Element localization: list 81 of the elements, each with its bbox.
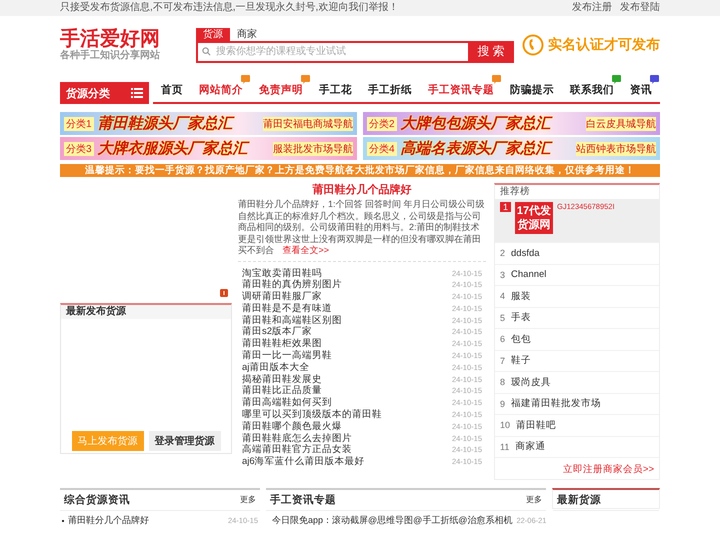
menu-icon — [131, 88, 143, 98]
ranking-item[interactable]: 2 ddsfda — [495, 243, 659, 264]
banner-title: 大牌包包源头厂家总汇 — [400, 114, 551, 133]
category-menu-button[interactable]: 货源分类 — [60, 82, 149, 104]
nav-link[interactable]: 首页 — [161, 84, 183, 96]
ranking-item[interactable]: 10 莆田鞋吧 — [495, 415, 659, 436]
ranking-item[interactable]: 11 商家通 — [495, 436, 659, 458]
nav-link[interactable]: 资讯 — [630, 84, 652, 96]
panel-title: 推荐榜 — [499, 185, 531, 199]
ranking-item[interactable]: 7 鞋子 — [495, 350, 659, 372]
news-link[interactable]: 莆田鞋鞋底怎么去掉图片 — [242, 432, 352, 444]
banner-title: 高端名表源头厂家总汇 — [400, 139, 551, 158]
nav-link[interactable]: 防骗提示 — [510, 84, 554, 96]
search-button[interactable]: 搜 索 — [468, 40, 514, 62]
slogan-text: 实名认证才可发布 — [548, 36, 660, 54]
phone-icon — [522, 34, 544, 56]
news-link[interactable]: 莆田鞋的真伪辨别图片 — [242, 279, 342, 292]
nav-link[interactable]: 联系我们 — [570, 84, 614, 96]
news-link[interactable]: 莆田s2版本厂家 — [242, 326, 312, 338]
news-link[interactable]: aj6海军蓝什么莆田版本最好 — [242, 456, 365, 468]
banner-subtitle: 站西钟表市场导航 — [576, 142, 656, 156]
banner-tag: 分类2 — [367, 116, 397, 130]
news-link[interactable]: 莆田鞋分几个品牌好 — [68, 514, 149, 527]
panel-title: 手工资讯专题 — [270, 493, 336, 508]
ranking-item[interactable]: 8 瑷尚皮具 — [495, 372, 659, 394]
banner-title: 莆田鞋源头厂家总汇 — [98, 114, 233, 133]
banner-title: 大牌衣服源头厂家总汇 — [98, 139, 248, 158]
news-link[interactable]: 揭秘莆田鞋发展史 — [242, 374, 322, 386]
banner-tag: 分类4 — [367, 142, 397, 156]
site-logo[interactable]: 手活爱好网 — [60, 28, 160, 50]
publish-button[interactable]: 登录管理货源 — [148, 431, 220, 451]
news-link[interactable]: 莆田鞋是不是有味道 — [242, 302, 332, 315]
top-link[interactable]: 发布注册 — [572, 0, 612, 16]
more-link[interactable]: 更多 — [526, 490, 542, 510]
panel-title: 综合货源资讯 — [64, 493, 130, 508]
news-link[interactable]: aj莆田版本大全 — [242, 362, 310, 374]
news-link[interactable]: 莆田鞋哪个颜色最火爆 — [242, 420, 342, 433]
panel-title: 最新发布货源 — [61, 305, 231, 319]
news-link[interactable]: 莆田鞋鞋柜效果图 — [242, 338, 322, 350]
category-banner[interactable]: 分类2 大牌包包源头厂家总汇 白云皮具城导航 — [363, 112, 660, 135]
register-link[interactable]: 立即注册商家会员>> — [562, 464, 654, 475]
news-link[interactable]: 淘宝敢卖莆田鞋吗 — [242, 268, 322, 280]
site-tagline: 各种手工知识分享网站 — [60, 50, 161, 62]
news-link[interactable]: 莆田一比一高端男鞋 — [242, 350, 332, 362]
ranking-item[interactable]: 6 包包 — [495, 329, 659, 350]
news-link[interactable]: 调研莆田鞋服厂家 — [242, 291, 322, 303]
news-link[interactable]: 莆田鞋比正品质量 — [242, 385, 322, 398]
nav-link[interactable]: 手工花 — [319, 84, 352, 96]
small-square-icon — [220, 289, 228, 297]
read-more-link[interactable]: 查看全文>> — [282, 245, 330, 255]
nav-link[interactable]: 免责声明 — [259, 84, 303, 96]
article-title[interactable]: 莆田鞋分几个品牌好 — [238, 183, 486, 197]
banner-subtitle: 白云皮具城导航 — [586, 116, 656, 130]
category-banner[interactable]: 分类4 高端名表源头厂家总汇 站西钟表市场导航 — [363, 137, 660, 160]
banner-subtitle: 服装批发市场导航 — [273, 142, 353, 156]
banner-subtitle: 莆田安福电商城导航 — [263, 116, 353, 130]
nav-link[interactable]: 网站简介 — [199, 84, 243, 96]
banner-tag: 分类3 — [64, 142, 94, 156]
site-notice: 只接受发布货源信息,不可发布违法信息,一旦发现永久封号,欢迎向我们举报！ — [60, 0, 398, 15]
search-tab[interactable]: 商家 — [230, 28, 264, 40]
ranking-item[interactable]: 4 服装 — [495, 286, 659, 308]
search-field[interactable]: 搜索你想学的课程或专业试试 — [196, 40, 468, 62]
ranking-item[interactable]: 3 Channel — [495, 264, 659, 286]
banner-tag: 分类1 — [64, 116, 94, 130]
news-link[interactable]: 高端莆田鞋官方正品女装 — [242, 444, 352, 456]
news-link[interactable]: 莆田高端鞋如何买到 — [242, 397, 332, 410]
category-banner[interactable]: 分类3 大牌衣服源头厂家总汇 服装批发市场导航 — [60, 137, 357, 160]
news-link[interactable]: 今日限免app：滚动截屏@思维导图@手工折纸@治愈系相机 — [272, 514, 512, 527]
top-link[interactable]: 发布登陆 — [620, 0, 660, 16]
category-banner[interactable]: 分类1 莆田鞋源头厂家总汇 莆田安福电商城导航 — [60, 112, 357, 135]
ranking-item[interactable]: 5 手表 — [495, 308, 659, 329]
ranking-item[interactable]: 9 福建莆田鞋批发市场 — [495, 394, 659, 415]
notice-bar: 温馨提示：要找一手货源？找原产地厂家？上方是免费导航各大批发市场厂家信息，厂家信息来自网络收集，仅供参考用途！ — [60, 164, 660, 177]
article-summary: 莆田鞋分几个品牌好，1:个回答 回答时间 年月日公司级公司级自然比真正的标准好几个档次。顾名思义，公司级是指与公司商品相同的级别。公司级莆田鞋的用料与。2:莆田的制鞋技术更是引领世界这世上没有两双脚是一样的但没有哪双脚在莆田买不到合 查看全文>> — [238, 199, 486, 262]
nav-link[interactable]: 手工资讯专题 — [428, 84, 494, 96]
news-link[interactable]: 莆田鞋和高端鞋区别图 — [242, 314, 342, 326]
nav-link[interactable]: 手工折纸 — [368, 84, 412, 96]
news-link[interactable]: 哪里可以买到顶级版本的莆田鞋 — [242, 409, 382, 421]
search-tab[interactable]: 货源 — [196, 28, 230, 40]
more-link[interactable]: 更多 — [240, 490, 256, 510]
panel-title: 最新货源 — [557, 493, 601, 508]
